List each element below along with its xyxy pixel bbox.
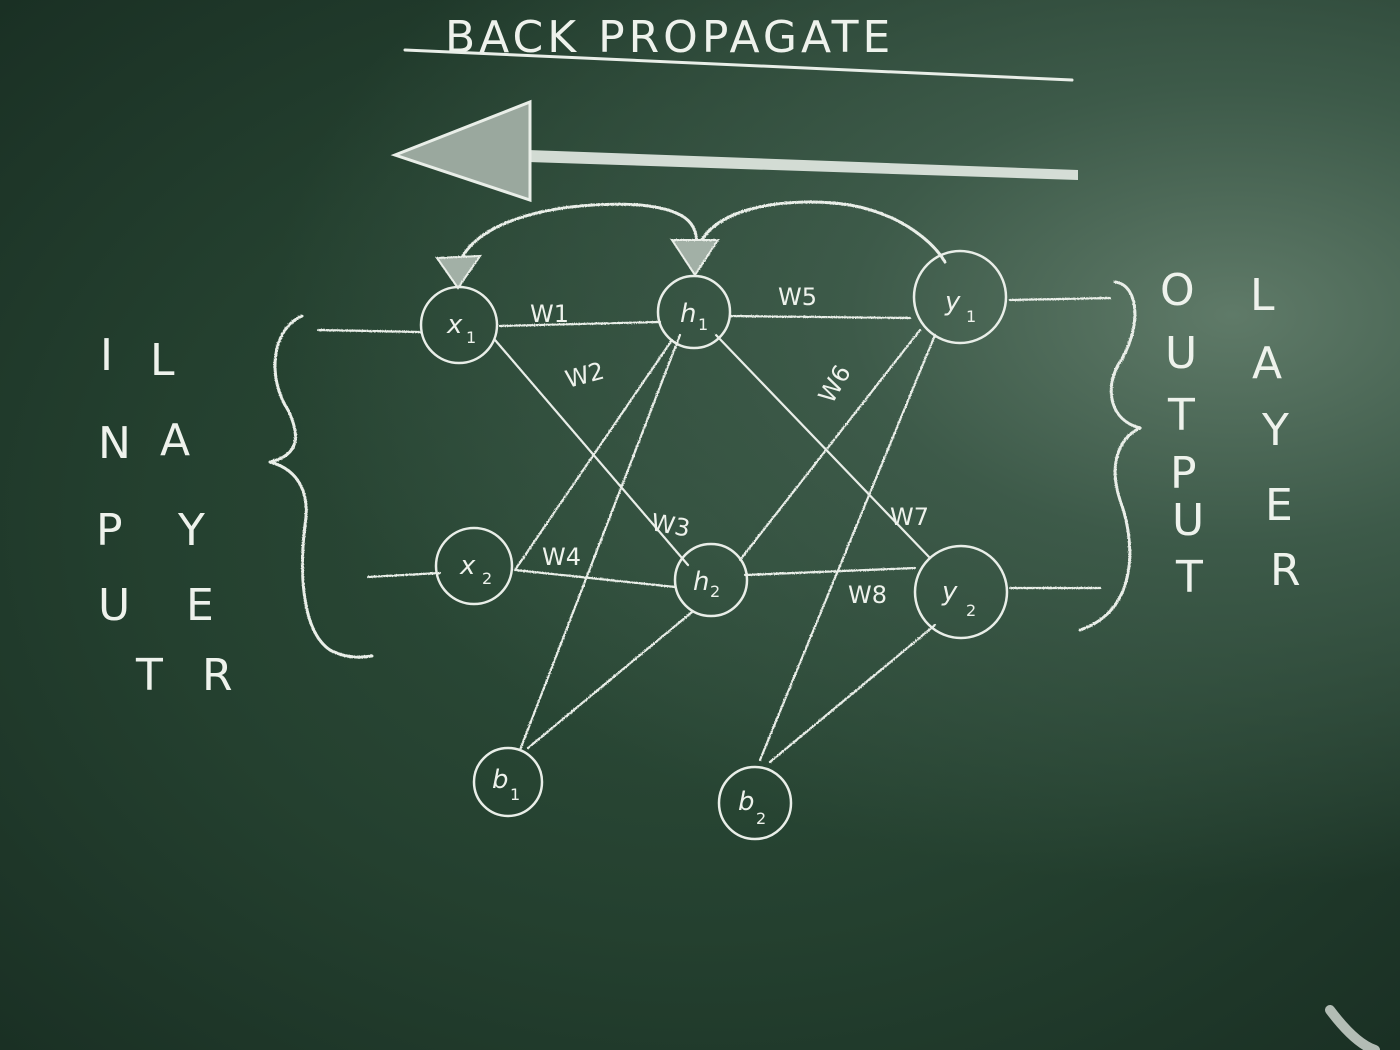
svg-text:E: E (1265, 480, 1293, 531)
chalk-mark (1325, 1005, 1380, 1050)
svg-text:b: b (738, 787, 755, 817)
output-layer-label: O U T P U T L A Y E R (1160, 265, 1301, 603)
svg-text:Y: Y (177, 505, 205, 556)
weight-w2: W2 (562, 357, 607, 394)
weight-w4: W4 (542, 543, 581, 571)
svg-text:2: 2 (482, 569, 492, 588)
weight-w5: W5 (778, 283, 817, 311)
svg-text:L: L (1250, 270, 1275, 321)
svg-text:y: y (944, 287, 961, 317)
svg-text:I: I (100, 330, 113, 381)
output-brace (1078, 280, 1142, 632)
svg-text:A: A (1252, 338, 1282, 389)
input-layer-label: I N P U T L A Y E R (96, 330, 233, 701)
svg-text:U: U (98, 580, 130, 631)
svg-text:L: L (150, 335, 175, 386)
svg-text:N: N (98, 418, 131, 469)
node-h2: h 2 (673, 542, 749, 618)
node-h1: h 1 (656, 274, 732, 350)
svg-text:1: 1 (698, 315, 708, 334)
svg-text:2: 2 (756, 809, 766, 828)
svg-text:T: T (1175, 552, 1203, 603)
svg-text:A: A (160, 415, 190, 466)
node-x1: x 1 (419, 285, 499, 365)
node-x2: x 2 (434, 526, 514, 606)
svg-text:T: T (1167, 390, 1195, 441)
svg-text:1: 1 (966, 307, 976, 326)
svg-text:O: O (1160, 265, 1195, 316)
node-y2: y 2 (913, 544, 1009, 640)
connections (316, 296, 1112, 764)
svg-text:h: h (680, 299, 696, 329)
chalkboard: BACK PROPAGATE x 1 x 2 h 1 h 2 y 1 y 2 b… (0, 0, 1400, 1050)
svg-text:b: b (492, 765, 509, 795)
svg-text:P: P (1170, 448, 1197, 499)
weight-w8: W8 (848, 581, 887, 609)
node-y1: y 1 (912, 249, 1008, 345)
svg-text:R: R (202, 650, 233, 701)
svg-text:R: R (1270, 545, 1301, 596)
node-b1: b 1 (472, 746, 544, 818)
svg-text:y: y (941, 577, 958, 607)
weight-w7: W7 (890, 503, 929, 531)
arrowhead-icon (670, 239, 720, 277)
network-diagram: BACK PROPAGATE x 1 x 2 h 1 h 2 y 1 y 2 b… (96, 12, 1380, 1050)
back-propagate-arrow-icon (390, 99, 1078, 203)
weight-w6: W6 (813, 360, 857, 408)
svg-text:P: P (96, 505, 123, 556)
svg-text:E: E (186, 580, 214, 631)
svg-text:T: T (135, 650, 163, 701)
node-b2: b 2 (717, 765, 793, 841)
svg-text:1: 1 (466, 328, 476, 347)
svg-text:h: h (693, 567, 709, 597)
svg-text:Y: Y (1261, 405, 1289, 456)
svg-text:U: U (1172, 495, 1204, 546)
svg-text:x: x (446, 310, 463, 340)
svg-text:1: 1 (510, 785, 520, 804)
svg-text:2: 2 (966, 601, 976, 620)
svg-text:U: U (1165, 328, 1197, 379)
weight-w3: W3 (649, 508, 692, 542)
arrowhead-icon (435, 254, 482, 290)
input-brace (268, 314, 374, 659)
svg-text:2: 2 (710, 582, 720, 601)
svg-text:x: x (459, 551, 476, 581)
weight-w1: W1 (530, 300, 569, 328)
